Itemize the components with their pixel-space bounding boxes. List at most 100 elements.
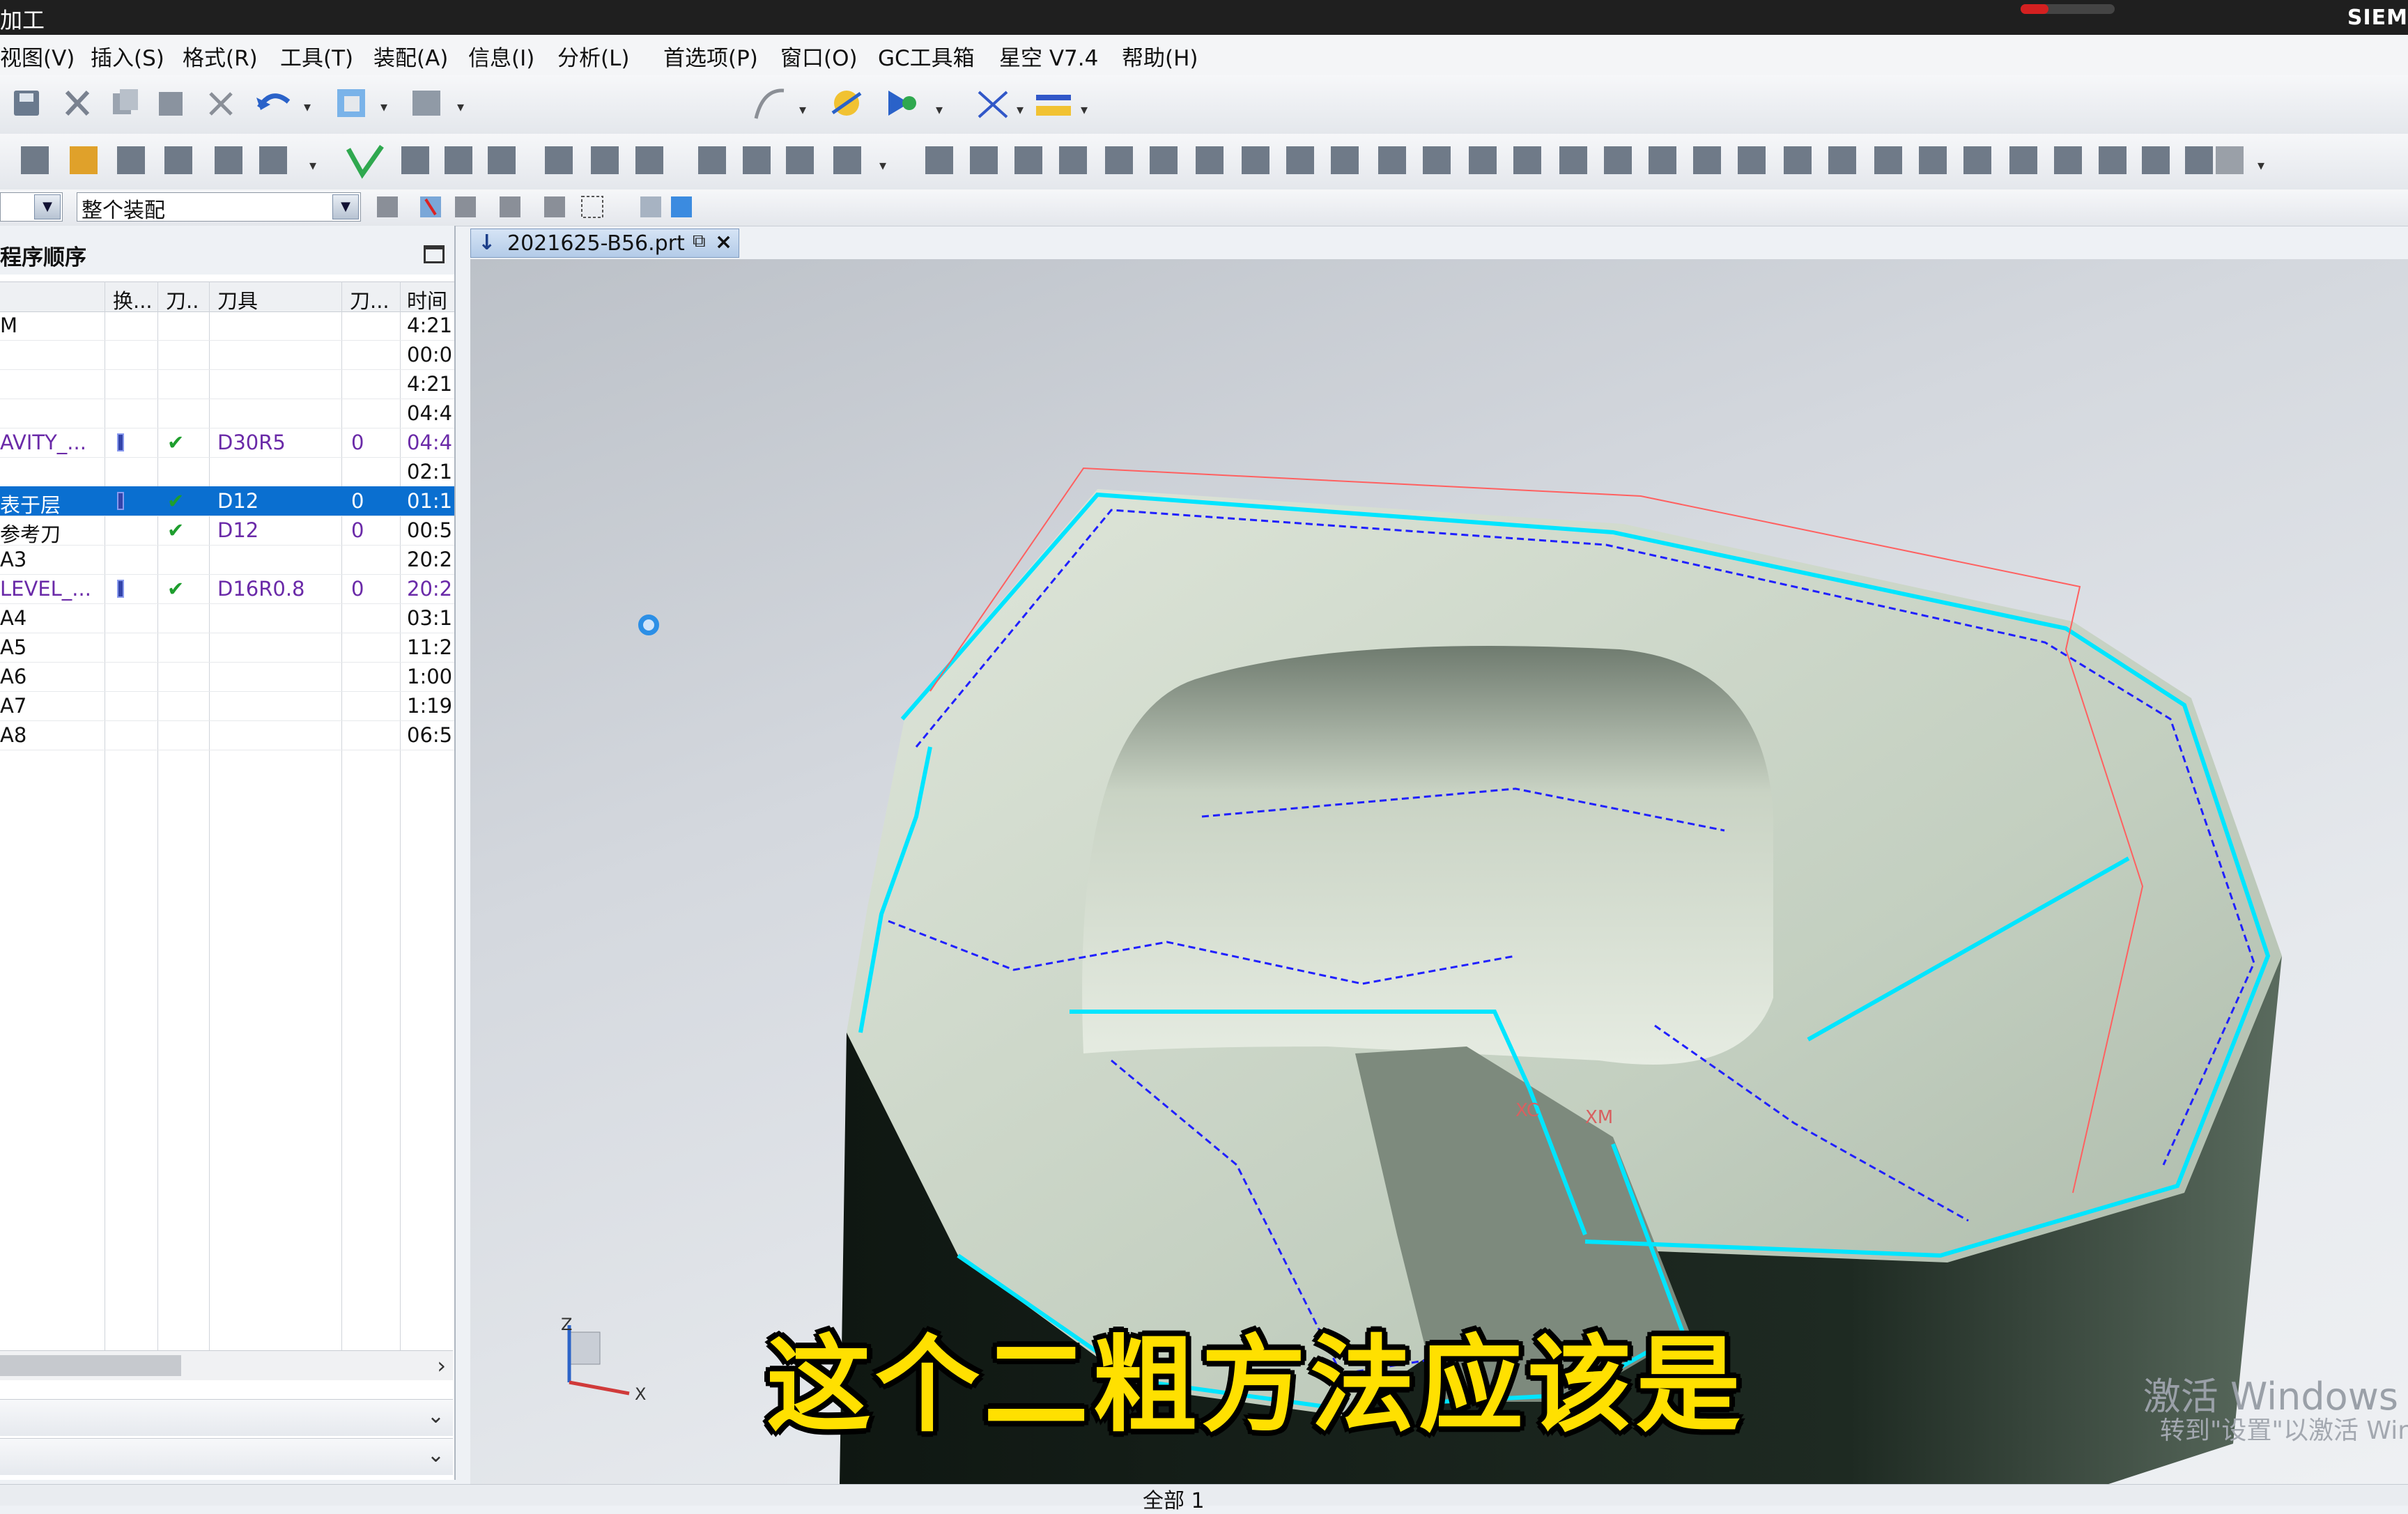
navigator-columns: 换... 刀.. 刀具 刀... 时间 — [0, 281, 454, 314]
windows-activation-hint: 转到"设置"以激活 Wir — [2159, 1416, 2408, 1445]
view-triad — [567, 1325, 630, 1396]
tool-path-icon — [698, 146, 726, 174]
generate-icon — [346, 144, 384, 179]
navigator-hscrollbar[interactable]: › — [0, 1350, 453, 1380]
gc-icon-15 — [1559, 146, 1587, 174]
operation-name: M — [0, 314, 18, 337]
gc-icon-13 — [1469, 146, 1497, 174]
col-tool-change[interactable]: 换... — [113, 285, 153, 314]
table-row[interactable]: 参考刀 D12 0 00:5 ✔ — [0, 516, 454, 546]
brand-logo: SIEM — [2347, 6, 2408, 30]
status-text: 全部 1 — [1143, 1489, 1205, 1513]
assembly-scope-dropdown[interactable]: ▼ — [332, 194, 359, 219]
menu-help[interactable]: 帮助(H) — [1122, 40, 1198, 72]
col-tool[interactable]: 刀具 — [217, 285, 336, 314]
chevron-down-icon[interactable]: ⌄ — [427, 1443, 445, 1467]
operation-navigator: 程序顺序 换... 刀.. 刀具 刀... 时间 M 4:21 00:0 4:21 04… — [0, 226, 456, 1480]
gc-icon-9 — [1286, 146, 1314, 174]
table-row[interactable]: 04:4 — [0, 399, 454, 428]
cam-toolbar-icons: ▾ ▾ ▾ — [21, 144, 2264, 179]
standard-toolbar: ▾ ▾ ▾ ⌕ ▾ ▾ ▾ ▾ — [0, 75, 2408, 194]
shaded-icon — [671, 196, 692, 217]
svg-text:▾: ▾ — [2258, 157, 2264, 173]
machining-time: 4:21 — [407, 314, 453, 337]
gc-icon-18 — [1693, 146, 1721, 174]
menu-format[interactable]: 格式(R) — [183, 40, 258, 72]
gc-icon-26 — [2054, 146, 2082, 174]
table-row[interactable]: AVITY_... D30R5 0 04:4 ✔ — [0, 428, 454, 458]
table-row[interactable]: 4:21 — [0, 369, 454, 399]
menu-insert[interactable]: 插入(S) — [91, 40, 164, 72]
create-geometry-icon — [117, 146, 145, 174]
create-method-icon — [164, 146, 192, 174]
operation-name: A6 — [0, 665, 27, 688]
maximize-icon[interactable] — [424, 245, 445, 263]
machining-time: 00:5 — [407, 518, 453, 542]
chevron-down-icon[interactable]: ⌄ — [427, 1404, 445, 1428]
delete-icon — [209, 92, 233, 116]
menu-info[interactable]: 信息(I) — [468, 40, 534, 72]
create-operation-icon — [215, 146, 242, 174]
menu-xingkong[interactable]: 星空 V7.4 — [999, 40, 1098, 72]
title-slider[interactable] — [2021, 4, 2115, 14]
postprocess-icon — [591, 146, 619, 174]
toolpath-ok-icon: ✔ — [167, 518, 185, 542]
cam-toolbar: ▾ ▾ ▾ — [0, 134, 2408, 190]
menu-gc-toolbox[interactable]: GC工具箱 — [878, 40, 975, 72]
title-bar: 加工 SIEM — [0, 0, 2408, 35]
menu-analysis[interactable]: 分析(L) — [557, 40, 629, 72]
gc-icon-1 — [925, 146, 953, 174]
toolpath-ok-icon: ✔ — [167, 489, 185, 513]
table-row[interactable]: A5 11:2 — [0, 633, 454, 663]
tool-number: 0 — [351, 431, 364, 454]
dependencies-section[interactable]: ⌄ — [0, 1438, 453, 1475]
col-toolpath[interactable]: 刀.. — [166, 285, 205, 314]
table-row[interactable]: M 4:21 — [0, 311, 454, 341]
gc-icon-2 — [970, 146, 998, 174]
close-icon[interactable]: × — [715, 230, 732, 254]
menu-preferences[interactable]: 首选项(P) — [663, 40, 758, 72]
tool-name: D12 — [217, 489, 259, 513]
status-bar: 全部 1 — [0, 1484, 2408, 1513]
machining-time: 20:2 — [407, 548, 453, 571]
part-tab[interactable]: ↓ 2021625-B56.prt ⧉ × — [470, 229, 739, 258]
measure-icon — [1036, 95, 1071, 100]
type-filter[interactable]: ▼ — [0, 192, 63, 222]
table-row[interactable]: A7 1:19 — [0, 691, 454, 721]
menu-view[interactable]: 视图(V) — [0, 40, 75, 72]
menu-window[interactable]: 窗口(O) — [780, 40, 858, 72]
tool-number: 0 — [351, 518, 364, 542]
graphics-viewport[interactable]: XC XM Z X 这个二粗方法应该是 激活 Windows 转到"设置"以激活… — [470, 259, 2408, 1485]
svg-text:▾: ▾ — [879, 157, 886, 173]
table-row[interactable]: A8 06:5 — [0, 720, 454, 750]
tool-change-icon — [117, 489, 124, 515]
scroll-thumb[interactable] — [0, 1355, 181, 1376]
col-time[interactable]: 时间 — [407, 285, 453, 314]
assembly-scope-select[interactable]: 整个装配 ▼ — [77, 192, 361, 223]
operation-name: 表于层 — [0, 493, 61, 517]
operation-name: 参考刀 — [0, 523, 61, 546]
video-subtitle: 这个二粗方法应该是 — [766, 1325, 1745, 1446]
gc-icon-6 — [1150, 146, 1178, 174]
type-filter-dropdown[interactable]: ▼ — [34, 194, 61, 219]
table-row[interactable]: 表于层 D12 0 01:1 ✔ — [0, 486, 454, 517]
table-row[interactable]: 00:0 — [0, 340, 454, 370]
gc-icon-24 — [1963, 146, 1991, 174]
menu-tools[interactable]: 工具(T) — [280, 40, 353, 72]
tool-number: 0 — [351, 489, 364, 513]
curve-icon — [754, 88, 785, 119]
table-row[interactable]: A6 1:00 — [0, 662, 454, 692]
toolpath-ok-icon: ✔ — [167, 431, 185, 454]
table-row[interactable]: LEVEL_... D16R0.8 0 20:2 ✔ — [0, 574, 454, 604]
menu-assembly[interactable]: 装配(A) — [373, 40, 448, 72]
table-row[interactable]: A4 03:1 — [0, 603, 454, 633]
scroll-right-icon[interactable]: › — [437, 1352, 446, 1379]
col-tool-number[interactable]: 刀... — [350, 285, 390, 314]
table-row[interactable]: A3 20:2 — [0, 545, 454, 575]
table-row[interactable]: 02:1 — [0, 457, 454, 487]
popout-icon[interactable]: ⧉ — [693, 231, 706, 252]
gc-icon-22 — [1874, 146, 1902, 174]
simulate-icon — [545, 146, 573, 174]
gc-icon-20 — [1784, 146, 1812, 174]
details-section[interactable]: ⌄ — [0, 1399, 453, 1436]
